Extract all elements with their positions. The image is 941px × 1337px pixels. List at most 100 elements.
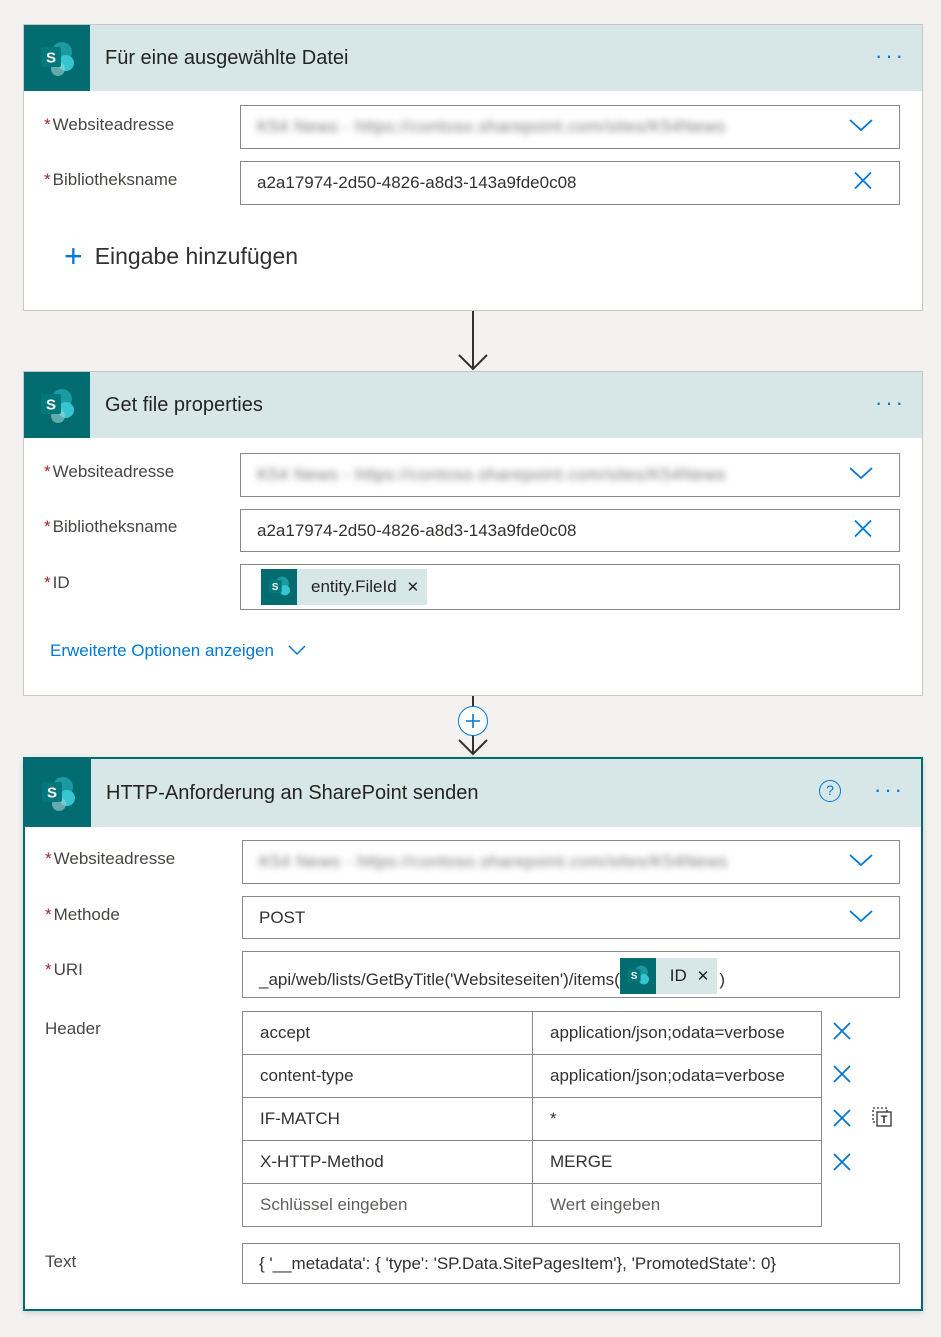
dynamic-content-token[interactable]: S entity.FileId ✕ xyxy=(261,569,428,605)
uri-suffix: ) xyxy=(719,970,726,989)
plus-icon: + xyxy=(64,238,83,274)
svg-text:S: S xyxy=(272,582,279,593)
more-options-icon[interactable]: ··· xyxy=(874,779,905,801)
header-value-input[interactable]: Wert eingeben xyxy=(532,1183,822,1227)
header-value-field[interactable]: application/json;odata=verbose xyxy=(532,1054,822,1098)
uri-field[interactable]: _api/web/lists/GetByTitle('Websiteseiten… xyxy=(242,951,900,998)
library-name-field[interactable]: a2a17974-2d50-4826-a8d3-143a9fde0c08 xyxy=(240,161,900,205)
header-key-field[interactable]: IF-MATCH xyxy=(242,1097,533,1141)
body-field[interactable]: { '__metadata': { 'type': 'SP.Data.SiteP… xyxy=(242,1243,900,1284)
id-field[interactable]: S entity.FileId ✕ xyxy=(240,564,900,610)
header-row: X-HTTP-Method MERGE xyxy=(242,1140,822,1184)
dynamic-content-token[interactable]: S ID ✕ xyxy=(619,958,718,994)
card-title: HTTP-Anforderung an SharePoint senden xyxy=(106,781,479,804)
required-marker: * xyxy=(44,115,51,134)
insert-step-icon[interactable] xyxy=(458,706,488,736)
header-key-field[interactable]: X-HTTP-Method xyxy=(242,1140,533,1184)
method-dropdown[interactable]: POST xyxy=(242,896,900,939)
site-address-dropdown[interactable]: K54 News - https://contoso.sharepoint.co… xyxy=(242,840,900,884)
uri-label: * URI xyxy=(45,960,83,979)
required-marker: * xyxy=(44,462,51,481)
chevron-down-icon[interactable] xyxy=(849,465,873,485)
card-title: Get file properties xyxy=(105,393,263,416)
remove-header-icon[interactable] xyxy=(832,1064,852,1089)
library-name-label: * Bibliotheksname xyxy=(44,170,178,189)
add-input-label: Eingabe hinzufügen xyxy=(94,242,299,269)
clear-icon[interactable] xyxy=(853,518,873,543)
svg-text:S: S xyxy=(46,50,56,67)
site-address-value: K54 News - https://contoso.sharepoint.co… xyxy=(257,465,726,484)
remove-token-icon[interactable]: ✕ xyxy=(693,967,718,985)
help-icon[interactable]: ? xyxy=(819,780,841,802)
chevron-down-icon[interactable] xyxy=(849,908,873,928)
header-row: content-type application/json;odata=verb… xyxy=(242,1054,822,1098)
site-address-label: * Websiteadresse xyxy=(45,849,176,868)
required-marker: * xyxy=(44,170,51,189)
chevron-down-icon xyxy=(288,641,306,661)
library-name-value: a2a17974-2d50-4826-a8d3-143a9fde0c08 xyxy=(257,520,577,540)
method-value: POST xyxy=(259,907,306,927)
site-address-value: K54 News - https://contoso.sharepoint.co… xyxy=(259,852,728,871)
token-label: ID xyxy=(669,966,687,985)
site-address-value: K54 News - https://contoso.sharepoint.co… xyxy=(257,117,726,136)
header-key-input[interactable]: Schlüssel eingeben xyxy=(242,1183,533,1227)
library-name-label: * Bibliotheksname xyxy=(44,517,178,536)
header-key-field[interactable]: content-type xyxy=(242,1054,533,1098)
site-address-label: * Websiteadresse xyxy=(44,462,175,481)
more-options-icon[interactable]: ··· xyxy=(875,45,906,67)
remove-header-icon[interactable] xyxy=(832,1021,852,1046)
id-label: * ID xyxy=(44,573,70,592)
token-label: entity.FileId xyxy=(311,577,397,596)
svg-text:S: S xyxy=(631,971,638,982)
site-address-dropdown[interactable]: K54 News - https://contoso.sharepoint.co… xyxy=(240,105,900,149)
clear-icon[interactable] xyxy=(853,171,873,196)
method-label: * Methode xyxy=(45,905,120,924)
sharepoint-icon: S xyxy=(24,25,90,91)
header-row: accept application/json;odata=verbose xyxy=(242,1011,822,1055)
sharepoint-icon: S xyxy=(25,759,91,827)
header-value-field[interactable]: MERGE xyxy=(532,1140,822,1184)
header-value-field[interactable]: application/json;odata=verbose xyxy=(532,1011,822,1055)
required-marker: * xyxy=(44,573,51,592)
required-marker: * xyxy=(45,849,52,868)
svg-text:T: T xyxy=(881,1114,888,1126)
header-value-field[interactable]: * xyxy=(532,1097,822,1141)
library-name-value: a2a17974-2d50-4826-a8d3-143a9fde0c08 xyxy=(257,173,577,192)
get-file-properties-card: S Get file properties ··· * Websiteadress… xyxy=(23,371,923,696)
site-address-label: * Websiteadresse xyxy=(44,115,175,134)
chevron-down-icon[interactable] xyxy=(849,852,873,872)
sharepoint-icon: S xyxy=(261,569,297,605)
required-marker: * xyxy=(44,517,51,536)
card-title: Für eine ausgewählte Datei xyxy=(105,46,349,69)
svg-text:S: S xyxy=(46,397,56,414)
body-label: Text xyxy=(45,1252,77,1271)
http-request-card: S HTTP-Anforderung an SharePoint senden … xyxy=(23,757,923,1311)
header-label: Header xyxy=(45,1019,101,1038)
get-file-properties-header[interactable]: S Get file properties ··· xyxy=(24,372,922,438)
body-value: { '__metadata': { 'type': 'SP.Data.SiteP… xyxy=(259,1253,777,1273)
required-marker: * xyxy=(45,960,52,979)
required-marker: * xyxy=(45,905,52,924)
header-row: IF-MATCH * xyxy=(242,1097,822,1141)
connector-arrow xyxy=(458,311,488,371)
http-request-header[interactable]: S HTTP-Anforderung an SharePoint senden … xyxy=(25,759,921,827)
remove-token-icon[interactable]: ✕ xyxy=(403,578,428,596)
remove-header-icon[interactable] xyxy=(832,1108,852,1133)
uri-prefix: _api/web/lists/GetByTitle('Websiteseiten… xyxy=(259,970,620,989)
library-name-field[interactable]: a2a17974-2d50-4826-a8d3-143a9fde0c08 xyxy=(240,509,900,552)
add-input-button[interactable]: + Eingabe hinzufügen xyxy=(64,238,299,274)
trigger-card-header[interactable]: S Für eine ausgewählte Datei ··· xyxy=(24,25,922,91)
site-address-dropdown[interactable]: K54 News - https://contoso.sharepoint.co… xyxy=(240,453,900,497)
header-row-empty: Schlüssel eingeben Wert eingeben xyxy=(242,1183,822,1227)
header-key-field[interactable]: accept xyxy=(242,1011,533,1055)
headers-table: accept application/json;odata=verbose co… xyxy=(242,1011,822,1227)
switch-to-text-mode-icon[interactable]: T xyxy=(870,1105,894,1134)
sharepoint-icon: S xyxy=(24,372,90,438)
more-options-icon[interactable]: ··· xyxy=(875,392,906,414)
trigger-card: S Für eine ausgewählte Datei ··· * Websit… xyxy=(23,24,923,311)
sharepoint-icon: S xyxy=(619,958,656,994)
advanced-options-link[interactable]: Erweiterte Optionen anzeigen xyxy=(50,641,306,661)
chevron-down-icon[interactable] xyxy=(849,117,873,137)
advanced-options-label: Erweiterte Optionen anzeigen xyxy=(50,641,274,660)
remove-header-icon[interactable] xyxy=(832,1152,852,1177)
